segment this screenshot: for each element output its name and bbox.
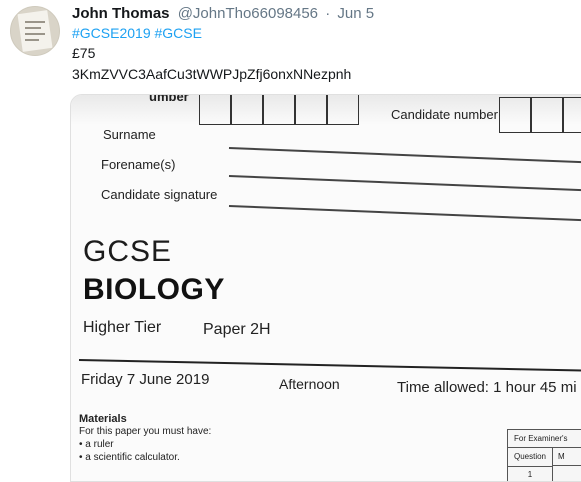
candidate-number-label: Candidate number bbox=[391, 107, 498, 122]
surname-label: Surname bbox=[103, 127, 156, 142]
avatar[interactable] bbox=[10, 6, 60, 56]
signature-label: Candidate signature bbox=[101, 187, 218, 202]
divider-rule bbox=[78, 359, 581, 372]
materials-item: • a scientific calculator. bbox=[79, 452, 180, 463]
author-handle[interactable]: @JohnTho66098456 bbox=[178, 5, 318, 22]
hashtag-gcse[interactable]: #GCSE bbox=[155, 25, 202, 41]
number-box bbox=[263, 95, 295, 125]
examiner-table-header: For Examiner's bbox=[508, 430, 581, 448]
time-allowed: Time allowed: 1 hour 45 mi bbox=[397, 379, 577, 396]
avatar-image bbox=[17, 10, 53, 52]
exam-board: GCSE bbox=[83, 235, 173, 268]
materials-heading: Materials bbox=[79, 413, 127, 425]
tweet-hashtags: #GCSE2019 #GCSE bbox=[72, 25, 202, 41]
number-box bbox=[295, 95, 327, 125]
number-box bbox=[199, 95, 231, 125]
tweet-header: John Thomas @JohnTho66098456 · Jun 5 bbox=[72, 5, 374, 22]
avatar-line bbox=[25, 39, 39, 41]
examiner-table-col-mark: M bbox=[552, 448, 581, 466]
avatar-line bbox=[25, 33, 45, 35]
candidate-number-box bbox=[531, 97, 563, 133]
forenames-label: Forename(s) bbox=[101, 157, 176, 172]
exam-date: Friday 7 June 2019 bbox=[81, 371, 210, 388]
tweet-code: 3KmZVVC3AafCu3tWWPJpZfj6onxNNezpnh bbox=[72, 66, 352, 82]
forenames-line bbox=[228, 175, 581, 191]
exam-subject: BIOLOGY bbox=[83, 273, 225, 306]
hashtag-gcse2019[interactable]: #GCSE2019 bbox=[72, 25, 151, 41]
exam-tier: Higher Tier bbox=[83, 319, 162, 336]
number-box bbox=[231, 95, 263, 125]
tweet-price: £75 bbox=[72, 45, 96, 61]
number-box bbox=[327, 95, 359, 125]
separator: · bbox=[325, 5, 331, 22]
examiner-table: For Examiner's Question M 1 bbox=[507, 429, 581, 481]
author-name[interactable]: John Thomas bbox=[72, 5, 170, 22]
materials-item: • a ruler bbox=[79, 439, 114, 450]
candidate-number-box bbox=[499, 97, 531, 133]
tweet-photo[interactable]: umber Candidate number Surname Forename(… bbox=[70, 94, 581, 482]
materials-intro: For this paper you must have: bbox=[79, 426, 212, 437]
signature-line bbox=[228, 205, 581, 221]
surname-line bbox=[228, 147, 581, 163]
avatar-line bbox=[25, 21, 45, 23]
tweet-date[interactable]: Jun 5 bbox=[337, 5, 374, 22]
candidate-number-box bbox=[563, 97, 581, 133]
form-fragment-label: umber bbox=[149, 94, 189, 104]
exam-session: Afternoon bbox=[279, 376, 340, 392]
avatar-line bbox=[25, 27, 41, 29]
examiner-table-col-question: Question bbox=[508, 448, 553, 467]
exam-paper: Paper 2H bbox=[203, 321, 271, 338]
